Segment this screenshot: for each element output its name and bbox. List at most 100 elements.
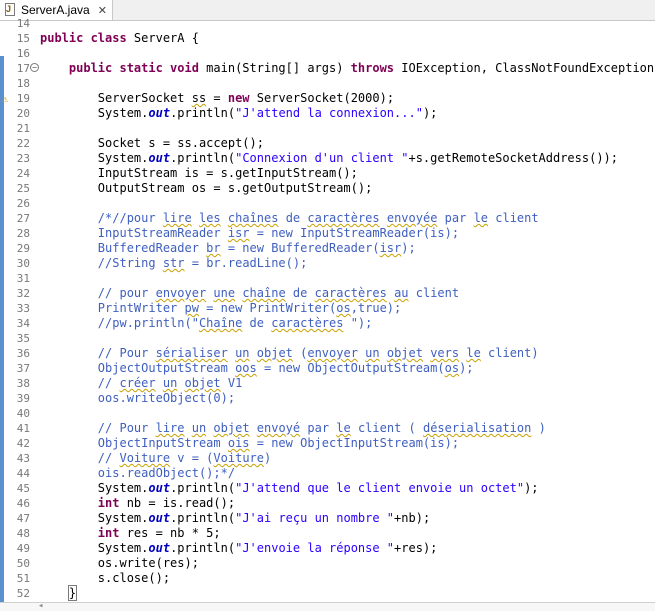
code-line[interactable]: 35 (0, 331, 655, 346)
code-line[interactable]: 24 InputStream is = s.getInputStream(); (0, 166, 655, 181)
code-line[interactable]: 44 ois.readObject();*/ (0, 466, 655, 481)
code-line[interactable]: 50 os.write(res); (0, 556, 655, 571)
code-line[interactable]: 37 ObjectOutputStream oos = new ObjectOu… (0, 361, 655, 376)
line-number: 33 (16, 302, 30, 315)
line-number: 32 (16, 287, 30, 300)
line-number: 16 (16, 47, 30, 60)
fold-toggle-icon[interactable]: − (30, 63, 39, 72)
code-line[interactable]: 40 (0, 406, 655, 421)
code-text: os.write(res); (40, 556, 199, 570)
code-line[interactable]: 47 System.out.println("J'ai reçu un nomb… (0, 511, 655, 526)
line-number: 14 (16, 17, 30, 30)
line-number: 20 (16, 107, 30, 120)
code-line[interactable]: 22 Socket s = ss.accept(); (0, 136, 655, 151)
code-line[interactable]: 34 //pw.println("Chaîne de caractères ")… (0, 316, 655, 331)
code-text: /*//pour lire les chaînes de caractères … (97, 211, 539, 225)
line-number: 18 (16, 77, 30, 90)
code-line[interactable]: 31 (0, 271, 655, 286)
code-line[interactable]: 20 System.out.println("J'attend la conne… (0, 106, 655, 121)
line-number: 48 (16, 527, 30, 540)
line-number: 23 (16, 152, 30, 165)
line-number: 31 (16, 272, 30, 285)
code-line[interactable]: 48 int res = nb * 5; (0, 526, 655, 541)
line-number: 30 (16, 257, 30, 270)
code-line[interactable]: 52 } (0, 585, 655, 601)
code-line[interactable]: 26 (0, 196, 655, 211)
line-number: 26 (16, 197, 30, 210)
code-line[interactable]: 15 public class ServerA { (0, 31, 655, 46)
code-text: // Voiture v = (Voiture) (97, 451, 272, 465)
warning-icon[interactable]: ⚠ (2, 92, 8, 107)
code-line[interactable]: 14 (0, 16, 655, 31)
code-line[interactable]: 42 ObjectInputStream ois = new ObjectInp… (0, 436, 655, 451)
code-text: InputStream is = s.getInputStream(); (40, 166, 358, 180)
code-text: //String str = br.readLine(); (97, 256, 308, 270)
line-number: 42 (16, 437, 30, 450)
line-number: 44 (16, 467, 30, 480)
line-number: 50 (16, 557, 30, 570)
code-line[interactable]: 23 System.out.println("Connexion d'un cl… (0, 151, 655, 166)
code-line[interactable]: 16 (0, 46, 655, 61)
line-number: 37 (16, 362, 30, 375)
code-text: System.out.println("Connexion d'un clien… (40, 151, 618, 165)
code-editor[interactable]: 14 15 public class ServerA {16 17− public s… (0, 17, 655, 611)
code-text: ServerSocket ss = new ServerSocket(2000)… (40, 91, 395, 105)
code-line[interactable]: 17− public static void main(String[] arg… (0, 61, 655, 76)
code-text: ois.readObject();*/ (97, 466, 236, 480)
code-line[interactable]: 29 BufferedReader br = new BufferedReade… (0, 241, 655, 256)
code-text: public class ServerA { (40, 31, 199, 45)
line-number: 46 (16, 497, 30, 510)
code-line[interactable]: 30 //String str = br.readLine(); (0, 256, 655, 271)
code-line[interactable]: 19 ⚠ ServerSocket ss = new ServerSocket(2… (0, 91, 655, 106)
scroll-left-icon[interactable]: ◂ (38, 601, 43, 611)
code-text: int res = nb * 5; (97, 526, 221, 540)
code-text: public static void main(String[] args) t… (68, 61, 655, 75)
code-text: PrintWriter pw = new PrintWriter(os,true… (97, 301, 402, 315)
code-line[interactable]: 41 // Pour lire un objet envoyé par le c… (0, 421, 655, 436)
line-number: 45 (16, 482, 30, 495)
code-line[interactable]: 38 // créer un objet V1 (0, 376, 655, 391)
code-line[interactable]: 36 // Pour sérialiser un objet (envoyer … (0, 346, 655, 361)
horizontal-scrollbar[interactable]: ◂ (0, 601, 655, 611)
code-line[interactable]: 25 OutputStream os = s.getOutputStream()… (0, 181, 655, 196)
line-number: 40 (16, 407, 30, 420)
line-number: 49 (16, 542, 30, 555)
code-line[interactable]: 49 System.out.println("J'envoie la répon… (0, 541, 655, 556)
code-line[interactable]: 39 oos.writeObject(0); (0, 391, 655, 406)
code-text: Socket s = ss.accept(); (40, 136, 264, 150)
code-text: OutputStream os = s.getOutputStream(); (40, 181, 373, 195)
code-text: //pw.println("Chaîne de caractères "); (97, 316, 373, 330)
code-line[interactable]: 51 s.close(); (0, 571, 655, 586)
java-file-icon: J (3, 3, 17, 17)
line-number: 27 (16, 212, 30, 225)
line-number: 36 (16, 347, 30, 360)
code-text: System.out.println("J'ai reçu un nombre … (40, 511, 431, 525)
line-number: 34 (16, 317, 30, 330)
code-line[interactable]: 46 int nb = is.read(); (0, 496, 655, 511)
code-line[interactable]: 45 System.out.println("J'attend que le c… (0, 481, 655, 496)
code-text: oos.writeObject(0); (97, 391, 236, 405)
line-number: 24 (16, 167, 30, 180)
code-text: s.close(); (40, 571, 171, 585)
tab-title: ServerA.java (21, 3, 90, 17)
code-line[interactable]: 28 InputStreamReader isr = new InputStre… (0, 226, 655, 241)
code-line[interactable]: 33 PrintWriter pw = new PrintWriter(os,t… (0, 301, 655, 316)
code-line[interactable]: 27 /*//pour lire les chaînes de caractèr… (0, 211, 655, 226)
code-line[interactable]: 21 (0, 121, 655, 136)
line-number: 25 (16, 182, 30, 195)
line-number: 35 (16, 332, 30, 345)
code-text: BufferedReader br = new BufferedReader(i… (97, 241, 416, 255)
code-text: int nb = is.read(); (97, 496, 236, 510)
code-line[interactable]: 32 // pour envoyer une chaîne de caractè… (0, 286, 655, 301)
code-line[interactable]: 43 // Voiture v = (Voiture) (0, 451, 655, 466)
line-number: 41 (16, 422, 30, 435)
close-icon[interactable]: ✕ (98, 4, 107, 17)
code-text: InputStreamReader isr = new InputStreamR… (97, 226, 460, 240)
line-number: 28 (16, 227, 30, 240)
code-text: // créer un objet V1 (97, 376, 243, 390)
line-number: 51 (16, 572, 30, 585)
code-text: System.out.println("J'attend que le clie… (40, 481, 539, 495)
code-line[interactable]: 18 (0, 76, 655, 91)
line-number: 29 (16, 242, 30, 255)
code-text: // pour envoyer une chaîne de caractères… (97, 286, 460, 300)
